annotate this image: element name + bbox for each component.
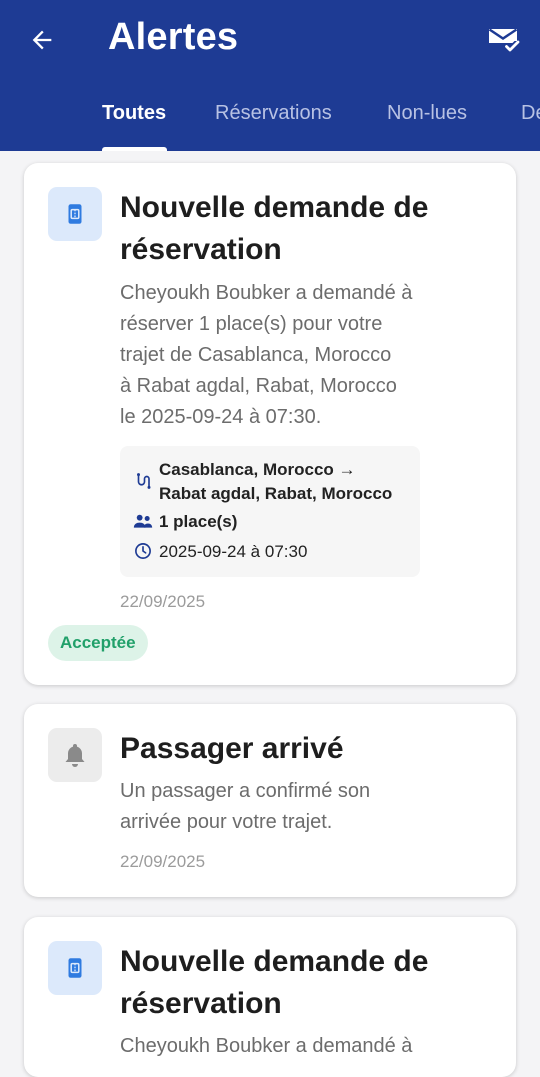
back-button[interactable] (22, 20, 62, 60)
tab-reservations[interactable]: Réservations (215, 102, 332, 125)
notification-date: 22/09/2025 (120, 592, 206, 611)
tab-more[interactable]: De (521, 102, 540, 125)
time-row: 2025-09-24 à 07:30 (132, 540, 307, 564)
page-title: Alertes (108, 16, 239, 58)
clock-icon (132, 540, 154, 562)
notification-card[interactable]: Nouvelle demande de réservation Cheyoukh… (24, 917, 516, 1077)
bell-icon (65, 744, 85, 767)
route-origin: Casablanca, Morocco → (159, 460, 356, 479)
route-destination: Rabat agdal, Rabat, Morocco (159, 484, 393, 503)
notification-title: Passager arrivé (120, 732, 344, 765)
tab-unread[interactable]: Non-lues (387, 102, 467, 125)
trip-datetime: 2025-09-24 à 07:30 (159, 542, 308, 561)
notification-message: Cheyoukh Boubker a demandé à réserver 1 … (120, 282, 413, 428)
route-icon (132, 470, 154, 492)
notification-title: Nouvelle demande de réservation (120, 945, 429, 1020)
mail-check-icon (488, 28, 520, 52)
notification-date: 22/09/2025 (120, 852, 206, 871)
notification-icon-box (48, 941, 102, 995)
arrow-left-icon (32, 30, 52, 50)
notification-card[interactable]: Passager arrivé Un passager a confirmé s… (24, 704, 516, 897)
active-tab-indicator (102, 147, 167, 151)
app-bar: Alertes Toutes Réservations Non-lues De (0, 0, 540, 151)
notification-icon-box (48, 187, 102, 241)
tab-bar: Toutes Réservations Non-lues De (0, 96, 540, 151)
status-badge: Acceptée (48, 625, 148, 661)
route-row: Casablanca, Morocco → Rabat agdal, Rabat… (132, 458, 392, 506)
notification-message: Un passager a confirmé son arrivée pour … (120, 780, 371, 833)
notification-card[interactable]: Nouvelle demande de réservation Cheyoukh… (24, 163, 516, 685)
seats-row: 1 place(s) (132, 510, 237, 534)
notification-message: Cheyoukh Boubker a demandé à (120, 1035, 413, 1057)
people-icon (132, 510, 154, 532)
seats-count: 1 place(s) (159, 512, 238, 531)
mark-all-read-button[interactable] (484, 20, 524, 60)
notification-icon-box (48, 728, 102, 782)
trip-details: Casablanca, Morocco → Rabat agdal, Rabat… (120, 446, 420, 577)
ticket-icon (68, 204, 82, 224)
tab-all[interactable]: Toutes (102, 102, 166, 125)
ticket-icon (68, 958, 82, 978)
notification-title: Nouvelle demande de réservation (120, 191, 429, 266)
